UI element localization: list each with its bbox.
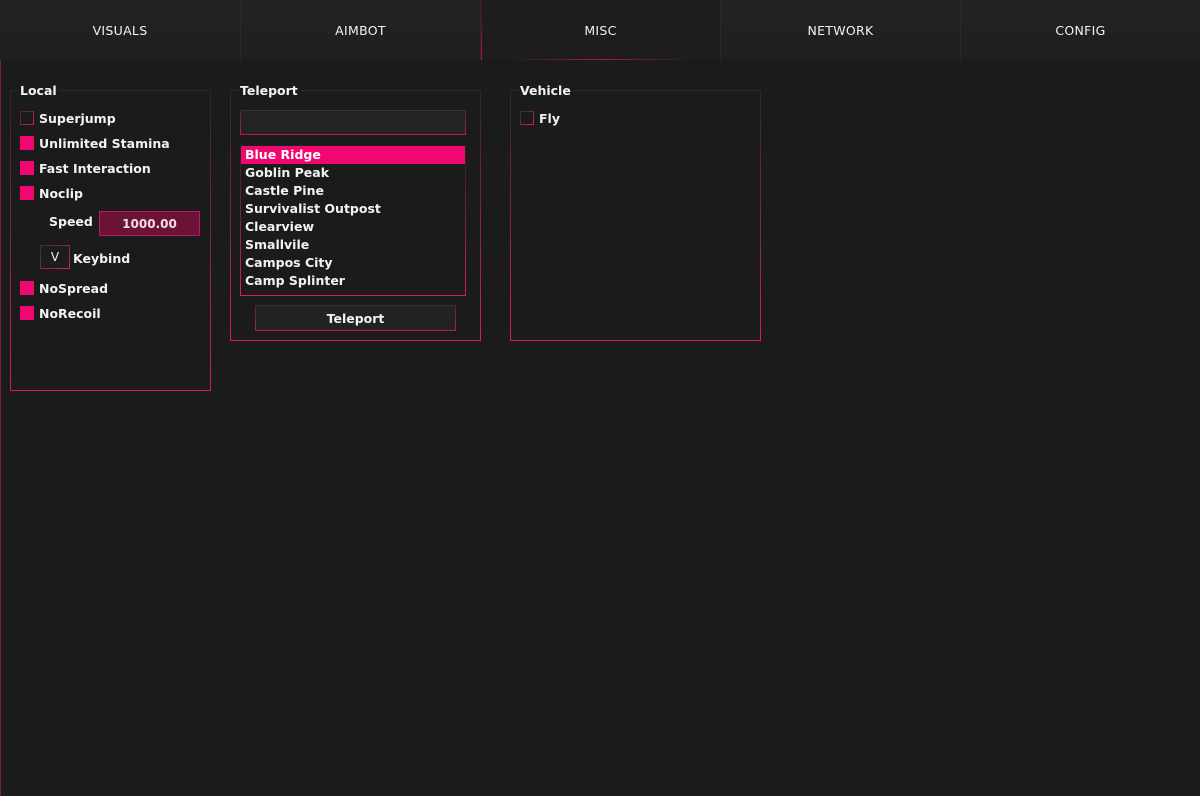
noclip-label: Noclip — [39, 185, 83, 201]
fly-row[interactable]: Fly — [520, 110, 560, 126]
fly-label: Fly — [539, 110, 560, 126]
location-item[interactable]: Goblin Peak — [241, 164, 465, 182]
superjump-row[interactable]: Superjump — [20, 110, 116, 126]
location-item[interactable]: Camp Splinter — [241, 272, 465, 290]
fast-interaction-row[interactable]: Fast Interaction — [20, 160, 151, 176]
teleport-location-list[interactable]: Blue Ridge Goblin Peak Castle Pine Survi… — [240, 145, 466, 296]
location-item[interactable]: Clearview — [241, 218, 465, 236]
fast-interaction-checkbox[interactable] — [20, 161, 34, 175]
speed-slider[interactable]: 1000.00 — [99, 211, 200, 236]
norecoil-label: NoRecoil — [39, 305, 101, 321]
local-group-title: Local — [18, 83, 59, 98]
norecoil-checkbox[interactable] — [20, 306, 34, 320]
teleport-search-input[interactable] — [240, 110, 466, 135]
superjump-label: Superjump — [39, 110, 116, 126]
nospread-row[interactable]: NoSpread — [20, 280, 108, 296]
tab-config[interactable]: CONFIG — [960, 0, 1200, 60]
vehicle-group: Vehicle — [510, 83, 761, 341]
tab-misc[interactable]: MISC — [480, 0, 720, 60]
nospread-checkbox[interactable] — [20, 281, 34, 295]
tab-visuals[interactable]: VISUALS — [0, 0, 240, 60]
unlimited-stamina-label: Unlimited Stamina — [39, 135, 170, 151]
teleport-button[interactable]: Teleport — [255, 305, 456, 331]
fast-interaction-label: Fast Interaction — [39, 160, 151, 176]
noclip-row[interactable]: Noclip — [20, 185, 83, 201]
tab-bar: VISUALS AIMBOT MISC NETWORK CONFIG — [0, 0, 1200, 60]
location-item[interactable]: Smallvile — [241, 236, 465, 254]
teleport-group-title: Teleport — [238, 83, 300, 98]
location-item[interactable]: Castle Pine — [241, 182, 465, 200]
vehicle-group-title: Vehicle — [518, 83, 573, 98]
superjump-checkbox[interactable] — [20, 111, 34, 125]
location-item[interactable]: Blue Ridge — [241, 146, 465, 164]
window-left-edge — [0, 0, 1, 796]
nospread-label: NoSpread — [39, 280, 109, 296]
keybind-button[interactable]: V — [40, 245, 70, 269]
tab-network[interactable]: NETWORK — [720, 0, 960, 60]
keybind-label: Keybind — [73, 251, 131, 266]
fly-checkbox[interactable] — [520, 111, 534, 125]
speed-label: Speed — [49, 214, 93, 229]
tab-aimbot[interactable]: AIMBOT — [240, 0, 480, 60]
norecoil-row[interactable]: NoRecoil — [20, 305, 101, 321]
location-item[interactable]: Campos City — [241, 254, 465, 272]
unlimited-stamina-row[interactable]: Unlimited Stamina — [20, 135, 170, 151]
location-item[interactable]: Survivalist Outpost — [241, 200, 465, 218]
noclip-checkbox[interactable] — [20, 186, 34, 200]
unlimited-stamina-checkbox[interactable] — [20, 136, 34, 150]
